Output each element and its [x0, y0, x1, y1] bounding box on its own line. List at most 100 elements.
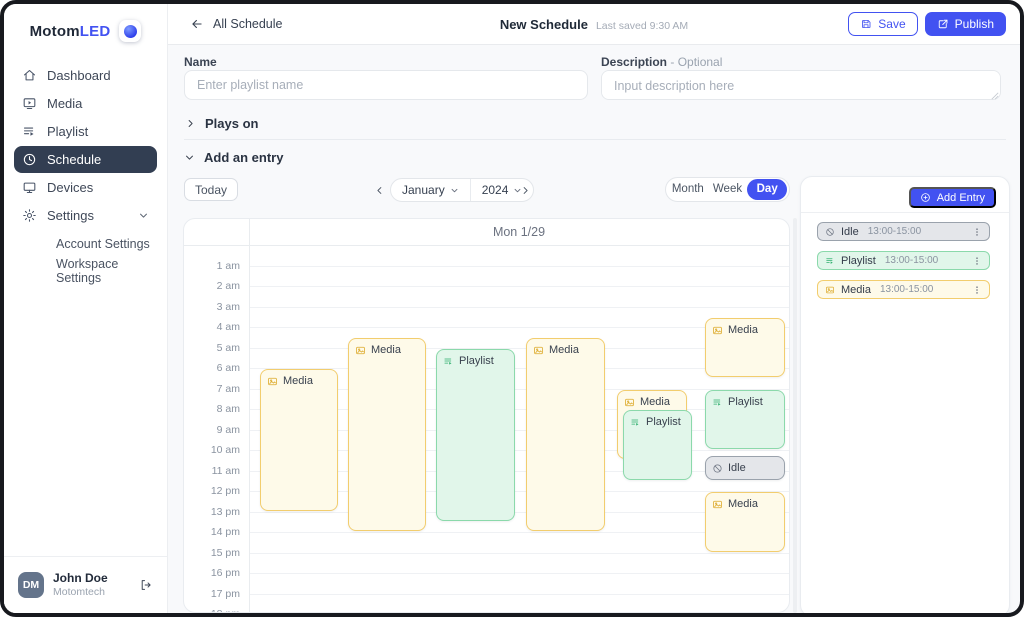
logout-icon[interactable] — [139, 578, 153, 592]
playlist-icon — [443, 356, 454, 367]
content: Name Description - Optional Plays on Add… — [168, 45, 1020, 613]
chevron-down-icon — [184, 152, 195, 163]
date-selector: January 2024 — [390, 178, 534, 202]
chevron-right-icon — [185, 118, 196, 129]
entry-media[interactable]: Media13:00-15:00 — [817, 280, 990, 299]
calendar-event-media[interactable]: Media — [260, 369, 338, 511]
playlist-icon — [712, 397, 723, 408]
devices-icon — [22, 180, 37, 195]
schedule-title: New Schedule — [500, 17, 588, 32]
panel-scrollbar[interactable] — [793, 218, 797, 613]
playlist-icon — [22, 124, 37, 139]
back-arrow-icon — [190, 17, 204, 31]
sidebar-subitem-workspace-settings[interactable]: Workspace Settings — [14, 257, 157, 284]
avatar: DM — [18, 572, 44, 598]
sidebar-item-label: Settings — [47, 208, 94, 223]
hour-label: 12 pm — [211, 485, 240, 497]
day-header: Mon 1/29 — [249, 219, 789, 245]
save-button[interactable]: Save — [848, 12, 917, 36]
sidebar-nav: Dashboard Media PlaylistSchedule Devices Set… — [4, 54, 167, 284]
hour-label: 6 am — [217, 362, 240, 374]
calendar-day-view: Mon 1/29 1 am2 am3 am4 am5 am6 am7 am8 a… — [183, 218, 790, 613]
logo-text: MotomLED — [30, 23, 111, 40]
sidebar-item-playlist[interactable]: Playlist — [14, 118, 157, 145]
today-button[interactable]: Today — [184, 178, 238, 201]
view-week[interactable]: Week — [708, 179, 748, 200]
month-dropdown[interactable]: January — [391, 179, 470, 201]
hour-label: 8 am — [217, 403, 240, 415]
sidebar-item-dashboard[interactable]: Dashboard — [14, 62, 157, 89]
event-label: Idle — [728, 462, 746, 474]
header-actions: Save Publish — [848, 12, 1006, 36]
app-window: MotomLED DashboardMediaPlaylistScheduleD… — [0, 0, 1024, 617]
entry-time: 13:00-15:00 — [885, 255, 938, 266]
hour-label: 18 pm — [211, 608, 240, 612]
calendar-event-playlist[interactable]: Playlist — [623, 410, 692, 480]
sidebar-item-label: Media — [47, 96, 82, 111]
calendar-event-media[interactable]: Media — [348, 338, 426, 531]
day-grid[interactable]: MediaMediaPlaylistMediaMediaPlaylistMedi… — [250, 245, 789, 612]
hour-label: 1 am — [217, 260, 240, 272]
description-label: Description - Optional — [601, 55, 722, 69]
view-switch: MonthWeekDay — [665, 177, 790, 202]
sidebar-item-label: Devices — [47, 180, 93, 195]
media-icon — [712, 499, 723, 510]
view-month[interactable]: Month — [668, 179, 708, 200]
user-box: DM John Doe Motomtech — [4, 556, 167, 613]
chevron-down-icon — [138, 210, 149, 221]
sidebar-item-media[interactable]: Media — [14, 90, 157, 117]
hour-label: 4 am — [217, 321, 240, 333]
kebab-menu-icon[interactable] — [972, 256, 982, 266]
hour-gridline — [250, 553, 789, 554]
calendar-event-media[interactable]: Media — [705, 492, 785, 552]
prev-period-icon[interactable] — [370, 181, 388, 199]
entry-label: Media — [841, 284, 871, 296]
media-icon — [533, 345, 544, 356]
name-label: Name — [184, 55, 217, 69]
name-input[interactable] — [184, 70, 588, 100]
sidebar-item-devices[interactable]: Devices — [14, 174, 157, 201]
plays-on-toggle[interactable]: Plays on — [185, 116, 258, 131]
sidebar: MotomLED DashboardMediaPlaylistScheduleD… — [4, 4, 168, 613]
publish-icon — [937, 18, 949, 30]
hour-label: 2 am — [217, 280, 240, 292]
kebab-menu-icon[interactable] — [972, 285, 982, 295]
event-label: Media — [283, 375, 313, 387]
add-entry-button[interactable]: Add Entry — [909, 187, 996, 208]
sidebar-item-schedule[interactable]: Schedule — [14, 146, 157, 173]
calendar-event-idle[interactable]: Idle — [705, 456, 785, 480]
section-divider — [184, 139, 1006, 140]
calendar-event-playlist[interactable]: Playlist — [436, 349, 515, 521]
publish-button[interactable]: Publish — [925, 12, 1006, 36]
logo-mark-icon — [119, 20, 141, 42]
description-input[interactable] — [601, 70, 1001, 100]
hour-label: 15 pm — [211, 547, 240, 559]
entry-label: Idle — [841, 226, 859, 238]
view-day[interactable]: Day — [747, 179, 787, 200]
back-button[interactable]: All Schedule — [190, 17, 283, 31]
hour-label: 9 am — [217, 424, 240, 436]
event-label: Media — [728, 324, 758, 336]
sidebar-subitem-account-settings[interactable]: Account Settings — [14, 230, 157, 257]
calendar-event-media[interactable]: Media — [526, 338, 605, 531]
sidebar-item-settings[interactable]: Settings — [14, 202, 157, 229]
media-icon — [712, 325, 723, 336]
next-period-icon[interactable] — [516, 181, 534, 199]
gear-icon — [22, 208, 37, 223]
media-icon — [624, 397, 635, 408]
idle-icon — [825, 227, 835, 237]
add-an-entry-toggle[interactable]: Add an entry — [184, 150, 283, 165]
user-org: Motomtech — [53, 586, 108, 599]
calendar-event-media[interactable]: Media — [705, 318, 785, 378]
entry-idle[interactable]: Idle13:00-15:00 — [817, 222, 990, 241]
entry-playlist[interactable]: Playlist13:00-15:00 — [817, 251, 990, 270]
entries-panel: Add Entry Idle13:00-15:00Playlist13:00-1… — [800, 176, 1010, 617]
hour-label: 16 pm — [211, 567, 240, 579]
kebab-menu-icon[interactable] — [972, 227, 982, 237]
entries-panel-divider — [801, 212, 1009, 213]
event-label: Playlist — [646, 416, 681, 428]
event-label: Media — [549, 344, 579, 356]
hour-label: 11 am — [212, 465, 240, 477]
user-name: John Doe — [53, 571, 108, 586]
calendar-event-playlist[interactable]: Playlist — [705, 390, 785, 450]
